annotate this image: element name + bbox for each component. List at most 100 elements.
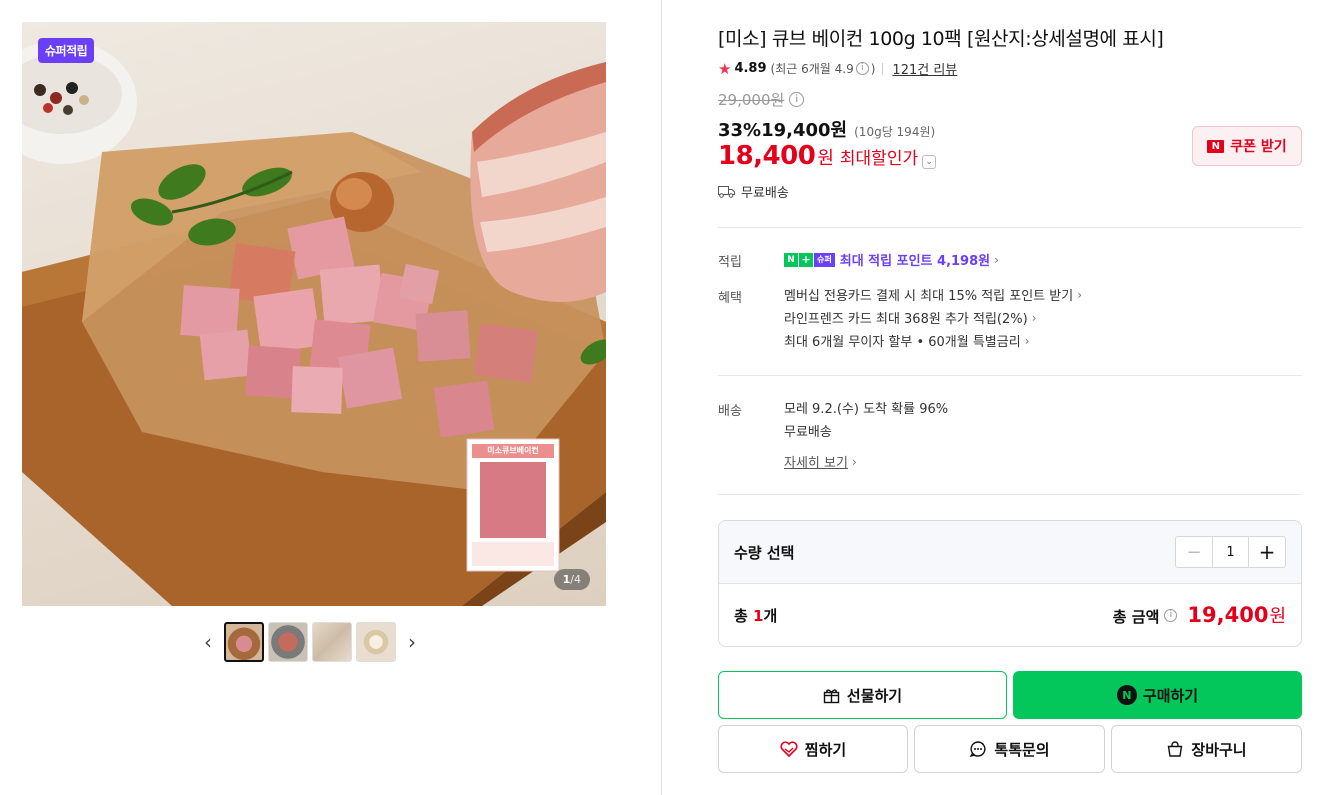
total-amount-label: 총 금액: [1112, 608, 1160, 626]
coupon-button[interactable]: N 쿠폰 받기: [1192, 126, 1302, 166]
review-count-link[interactable]: 121건 리뷰: [892, 59, 957, 78]
delivery-fee: 무료배송: [784, 425, 832, 440]
benefit-label: 혜택: [718, 291, 742, 306]
gift-button-label: 선물하기: [846, 686, 903, 705]
info-icon[interactable]: i: [855, 62, 869, 75]
max-discount-label: 최대할인가: [839, 149, 919, 169]
naver-n-badge: N: [784, 252, 798, 267]
quantity-header: 수량 선택 − 1 +: [719, 521, 1301, 584]
super-badge: 슈퍼: [814, 252, 835, 267]
buy-button-label: 구매하기: [1142, 686, 1199, 705]
total-info-icon[interactable]: i: [1164, 608, 1178, 622]
quantity-label: 수량 선택: [734, 543, 795, 562]
coupon-button-label: 쿠폰 받기: [1230, 139, 1287, 155]
delivery-detail-link[interactable]: 자세히 보기 ›: [784, 450, 948, 473]
section-divider: [718, 375, 1302, 376]
sale-price-row: 33% 19,400원 (10g당 194원): [718, 116, 935, 142]
max-discount-unit: 원: [817, 148, 834, 169]
naver-n-icon: N: [1207, 139, 1225, 153]
quantity-footer: 총 1개 총 금액 i 19,400 원: [719, 584, 1301, 646]
benefit-item-label: 최대 6개월 무이자 할부 • 60개월 특별금리: [784, 335, 1021, 350]
rating-row: ★ 4.89 (최근 6개월 4.9 i ) 121건 리뷰: [718, 59, 957, 79]
recent-rating: (최근 6개월 4.9: [770, 62, 854, 76]
total-count: 총 1개: [734, 605, 777, 626]
points-label: 적립: [718, 255, 742, 270]
total-amount: 19,400: [1187, 603, 1269, 627]
benefit-list: 멤버십 전용카드 결제 시 최대 15% 적립 포인트 받기 › 라인프렌즈 카…: [784, 283, 1082, 352]
delivery-arrival: 모레 9.2.(수) 도착 확률 96%: [784, 402, 949, 417]
product-gallery: 슈퍼적립 1/4: [22, 22, 606, 606]
shopping-bag-icon: [1166, 740, 1184, 758]
chevron-right-icon: ›: [851, 454, 857, 469]
image-counter: 1/4: [553, 569, 590, 590]
points-body: N + 슈퍼 최대 적립 포인트 4,198원 ›: [784, 248, 999, 271]
benefit-item-label: 멤버십 전용카드 결제 시 최대 15% 적립 포인트 받기: [784, 289, 1074, 304]
thumbnail-1[interactable]: [224, 622, 264, 662]
product-title: [미소] 큐브 베이컨 100g 10팩 [원산지:상세설명에 표시]: [718, 28, 1164, 50]
buy-button[interactable]: N 구매하기: [1013, 671, 1302, 719]
truck-icon: [718, 186, 735, 198]
quantity-plus-button[interactable]: +: [1249, 537, 1285, 567]
discount-rate: 33%: [718, 120, 762, 141]
chevron-right-icon: ›: [1031, 310, 1037, 325]
delivery-label: 배송: [718, 404, 742, 419]
thumbnail-strip: ‹ ›: [196, 622, 424, 662]
total-count-suffix: 개: [763, 606, 778, 625]
image-counter-total: 4: [574, 573, 581, 586]
shipping-row: 무료배송: [718, 182, 789, 201]
quantity-value[interactable]: 1: [1212, 537, 1249, 567]
sale-price: 19,400원: [761, 120, 848, 141]
max-points-text: 최대 적립 포인트 4,198원: [839, 254, 991, 269]
plus-badge: +: [799, 252, 813, 267]
gift-icon: [823, 687, 840, 704]
super-points-badge: 슈퍼적립: [38, 38, 95, 63]
total-count-prefix: 총: [734, 606, 754, 625]
price-info-icon[interactable]: i: [789, 92, 805, 107]
rating-score: 4.89: [734, 61, 767, 76]
star-icon: ★: [718, 59, 732, 78]
total-count-value: 1: [753, 606, 764, 625]
benefit-item-installment[interactable]: 최대 6개월 무이자 할부 • 60개월 특별금리 ›: [784, 329, 1082, 352]
total-amount-row: 총 금액 i 19,400 원: [1113, 602, 1286, 628]
naver-pay-icon: N: [1116, 685, 1137, 705]
talk-inquiry-button[interactable]: 톡톡문의: [914, 725, 1105, 773]
talk-inquiry-label: 톡톡문의: [994, 740, 1050, 759]
section-divider: [718, 227, 1302, 228]
cart-button[interactable]: 장바구니: [1111, 725, 1302, 773]
chevron-right-icon: ›: [1024, 333, 1030, 348]
cart-button-label: 장바구니: [1191, 740, 1247, 759]
package-label: 미소큐브베이컨: [487, 446, 539, 455]
unit-price: (10g당 194원): [854, 125, 936, 139]
delivery-body: 모레 9.2.(수) 도착 확률 96% 무료배송 자세히 보기 ›: [784, 396, 948, 473]
quantity-box: 수량 선택 − 1 + 총 1개 총 금액 i 19,400 원: [718, 520, 1302, 647]
naver-plus-badge: N + 슈퍼: [784, 252, 835, 267]
section-divider: [718, 494, 1302, 495]
thumbnail-3[interactable]: [312, 622, 352, 662]
benefit-item-linefriends-card[interactable]: 라인프렌즈 카드 최대 368원 추가 적립(2%) ›: [784, 306, 1082, 329]
main-product-image[interactable]: 슈퍼적립 1/4: [22, 22, 606, 606]
thumbnail-next-arrow-icon[interactable]: ›: [400, 622, 424, 662]
max-discount-row: 18,400 원 최대할인가 ⌄: [718, 141, 937, 171]
wish-button[interactable]: 찜하기: [718, 725, 908, 773]
delivery-detail-label: 자세히 보기: [784, 456, 848, 471]
chevron-down-icon[interactable]: ⌄: [922, 155, 937, 169]
thumbnail-4[interactable]: [356, 622, 396, 662]
quantity-stepper: − 1 +: [1175, 536, 1286, 568]
chevron-right-icon: ›: [994, 252, 999, 267]
heart-icon: [780, 741, 798, 757]
benefit-item-membership-card[interactable]: 멤버십 전용카드 결제 시 최대 15% 적립 포인트 받기 ›: [784, 283, 1082, 306]
original-price: 29,000원: [718, 91, 785, 109]
max-discount-price: 18,400: [718, 141, 816, 171]
vertical-divider: [661, 0, 662, 795]
wish-button-label: 찜하기: [804, 740, 847, 759]
total-amount-unit: 원: [1269, 606, 1286, 627]
chevron-right-icon: ›: [1077, 287, 1083, 302]
product-photo: [22, 40, 606, 606]
benefit-item-label: 라인프렌즈 카드 최대 368원 추가 적립(2%): [784, 312, 1028, 327]
gift-button[interactable]: 선물하기: [718, 671, 1007, 719]
thumbnail-2[interactable]: [268, 622, 308, 662]
quantity-minus-button[interactable]: −: [1176, 537, 1212, 567]
points-link[interactable]: N + 슈퍼 최대 적립 포인트 4,198원 ›: [784, 248, 999, 271]
thumbnail-prev-arrow-icon[interactable]: ‹: [196, 622, 220, 662]
recent-rating-close: ): [870, 61, 876, 76]
